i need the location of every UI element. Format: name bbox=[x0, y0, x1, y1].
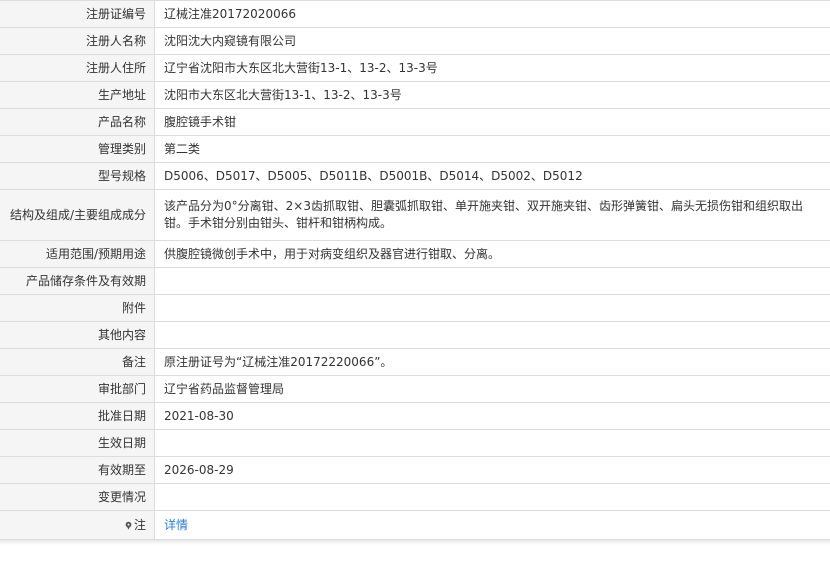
label-model-specification: 型号规格 bbox=[0, 162, 155, 190]
value-effective-date bbox=[154, 429, 830, 457]
row-management-category: 管理类别 第二类 bbox=[0, 135, 830, 163]
row-attachment: 附件 bbox=[0, 294, 830, 322]
row-expiry-date: 有效期至 2026-08-29 bbox=[0, 456, 830, 484]
label-remarks: 备注 bbox=[0, 348, 155, 376]
value-note: 详情 bbox=[154, 510, 830, 540]
label-expiry-date: 有效期至 bbox=[0, 456, 155, 484]
row-effective-date: 生效日期 bbox=[0, 429, 830, 457]
row-production-address: 生产地址 沈阳市大东区北大营街13-1、13-2、13-3号 bbox=[0, 81, 830, 109]
value-management-category: 第二类 bbox=[154, 135, 830, 163]
row-product-name: 产品名称 腹腔镜手术钳 bbox=[0, 108, 830, 136]
details-link[interactable]: 详情 bbox=[164, 518, 188, 532]
label-registrant-name: 注册人名称 bbox=[0, 27, 155, 55]
row-intended-use: 适用范围/预期用途 供腹腔镜微创手术中，用于对病变组织及器官进行钳取、分离。 bbox=[0, 240, 830, 268]
label-effective-date: 生效日期 bbox=[0, 429, 155, 457]
row-other-content: 其他内容 bbox=[0, 321, 830, 349]
note-label-text: 注 bbox=[133, 517, 146, 532]
value-storage-validity bbox=[154, 267, 830, 295]
label-approval-department: 审批部门 bbox=[0, 375, 155, 403]
label-registrant-address: 注册人住所 bbox=[0, 54, 155, 82]
value-change-history bbox=[154, 483, 830, 511]
row-structure-composition: 结构及组成/主要组成成分 该产品分为0°分离钳、2×3齿抓取钳、胆囊弧抓取钳、单… bbox=[0, 189, 830, 241]
row-registration-number: 注册证编号 辽械注准20172020066 bbox=[0, 0, 830, 28]
label-storage-validity: 产品储存条件及有效期 bbox=[0, 267, 155, 295]
value-remarks: 原注册证号为“辽械注准20172220066”。 bbox=[154, 348, 830, 376]
value-registrant-name: 沈阳沈大内窥镜有限公司 bbox=[154, 27, 830, 55]
table-bottom-shadow bbox=[0, 540, 830, 545]
row-storage-validity: 产品储存条件及有效期 bbox=[0, 267, 830, 295]
row-model-specification: 型号规格 D5006、D5017、D5005、D5011B、D5001B、D50… bbox=[0, 162, 830, 190]
label-production-address: 生产地址 bbox=[0, 81, 155, 109]
row-remarks: 备注 原注册证号为“辽械注准20172220066”。 bbox=[0, 348, 830, 376]
value-model-specification: D5006、D5017、D5005、D5011B、D5001B、D5014、D5… bbox=[154, 162, 830, 190]
row-registrant-address: 注册人住所 辽宁省沈阳市大东区北大营街13-1、13-2、13-3号 bbox=[0, 54, 830, 82]
value-product-name: 腹腔镜手术钳 bbox=[154, 108, 830, 136]
value-attachment bbox=[154, 294, 830, 322]
label-structure-composition: 结构及组成/主要组成成分 bbox=[0, 189, 155, 241]
row-note: 注 详情 bbox=[0, 510, 830, 540]
registration-detail-table: 注册证编号 辽械注准20172020066 注册人名称 沈阳沈大内窥镜有限公司 … bbox=[0, 0, 830, 540]
value-registration-number: 辽械注准20172020066 bbox=[154, 0, 830, 28]
value-registrant-address: 辽宁省沈阳市大东区北大营街13-1、13-2、13-3号 bbox=[154, 54, 830, 82]
label-registration-number: 注册证编号 bbox=[0, 0, 155, 28]
label-other-content: 其他内容 bbox=[0, 321, 155, 349]
label-intended-use: 适用范围/预期用途 bbox=[0, 240, 155, 268]
row-registrant-name: 注册人名称 沈阳沈大内窥镜有限公司 bbox=[0, 27, 830, 55]
label-product-name: 产品名称 bbox=[0, 108, 155, 136]
label-management-category: 管理类别 bbox=[0, 135, 155, 163]
pin-icon bbox=[125, 521, 132, 530]
value-expiry-date: 2026-08-29 bbox=[154, 456, 830, 484]
value-structure-composition: 该产品分为0°分离钳、2×3齿抓取钳、胆囊弧抓取钳、单开施夹钳、双开施夹钳、齿形… bbox=[154, 189, 830, 241]
value-approval-date: 2021-08-30 bbox=[154, 402, 830, 430]
label-attachment: 附件 bbox=[0, 294, 155, 322]
value-approval-department: 辽宁省药品监督管理局 bbox=[154, 375, 830, 403]
value-production-address: 沈阳市大东区北大营街13-1、13-2、13-3号 bbox=[154, 81, 830, 109]
row-change-history: 变更情况 bbox=[0, 483, 830, 511]
label-change-history: 变更情况 bbox=[0, 483, 155, 511]
value-intended-use: 供腹腔镜微创手术中，用于对病变组织及器官进行钳取、分离。 bbox=[154, 240, 830, 268]
value-other-content bbox=[154, 321, 830, 349]
row-approval-date: 批准日期 2021-08-30 bbox=[0, 402, 830, 430]
label-note: 注 bbox=[0, 510, 155, 540]
label-approval-date: 批准日期 bbox=[0, 402, 155, 430]
row-approval-department: 审批部门 辽宁省药品监督管理局 bbox=[0, 375, 830, 403]
